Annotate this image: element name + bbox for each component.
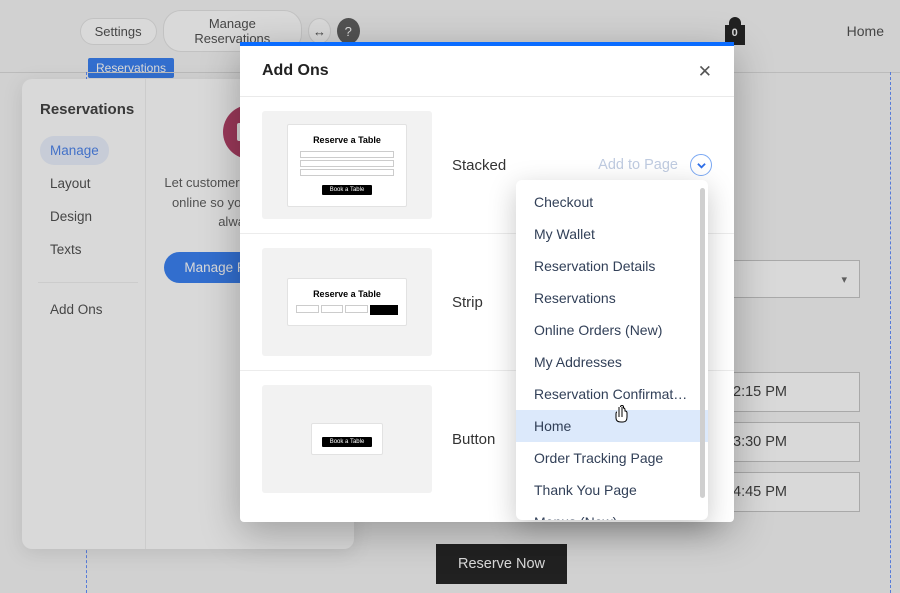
addon-label: Stacked (452, 157, 506, 174)
dropdown-item[interactable]: Home (516, 410, 708, 442)
settings-pill[interactable]: Settings (80, 18, 157, 45)
dropdown-item[interactable]: Thank You Page (516, 474, 708, 506)
shopping-bag-icon[interactable]: 0 (723, 17, 747, 45)
chevron-down-icon: ▾ (841, 273, 847, 286)
thumb-title: Reserve a Table (300, 135, 394, 145)
addon-label: Button (452, 431, 495, 448)
bag-count: 0 (723, 27, 747, 39)
nav-texts[interactable]: Texts (40, 235, 92, 264)
dropdown-item[interactable]: Reservation Confirmati… (516, 378, 708, 410)
nav-divider (38, 282, 138, 283)
dropdown-item[interactable]: Checkout (516, 186, 708, 218)
addon-thumb: Reserve a Table (262, 248, 432, 356)
add-to-page-link[interactable]: Add to Page (598, 157, 678, 173)
selection-tag: Reservations (88, 58, 174, 78)
dropdown-item[interactable]: My Wallet (516, 218, 708, 250)
stretch-icon[interactable]: ↔ (308, 18, 331, 44)
scrollbar[interactable] (700, 188, 705, 498)
addon-thumb: Reserve a Table Book a Table (262, 111, 432, 219)
thumb-title: Reserve a Table (296, 289, 398, 299)
dropdown-item[interactable]: Reservations (516, 282, 708, 314)
thumb-title: Book a Table (322, 437, 373, 447)
nav-addons[interactable]: Add Ons (40, 295, 113, 324)
dropdown-item[interactable]: Reservation Details (516, 250, 708, 282)
panel-nav: Reservations Manage Layout Design Texts … (22, 79, 146, 549)
dropdown-item[interactable]: Menus (New) (516, 506, 708, 520)
reserve-now-button[interactable]: Reserve Now (436, 544, 567, 584)
nav-layout[interactable]: Layout (40, 169, 101, 198)
dropdown-item[interactable]: My Addresses (516, 346, 708, 378)
page-select-dropdown: CheckoutMy WalletReservation DetailsRese… (516, 180, 708, 520)
addon-thumb: Book a Table (262, 385, 432, 493)
nav-design[interactable]: Design (40, 202, 102, 231)
dropdown-item[interactable]: Online Orders (New) (516, 314, 708, 346)
modal-header: Add Ons ✕ (240, 46, 734, 97)
guide-right (890, 72, 891, 593)
help-icon[interactable]: ? (337, 18, 360, 44)
home-link[interactable]: Home (747, 23, 884, 39)
chevron-down-icon[interactable] (690, 154, 712, 176)
addon-label: Strip (452, 294, 483, 311)
panel-title: Reservations (40, 101, 145, 118)
editor-topbar: Settings Manage Reservations ↔ ? 0 Home (0, 18, 900, 44)
close-icon[interactable]: ✕ (698, 63, 712, 80)
modal-title: Add Ons (262, 62, 329, 80)
dropdown-item[interactable]: Order Tracking Page (516, 442, 708, 474)
nav-manage[interactable]: Manage (40, 136, 109, 165)
